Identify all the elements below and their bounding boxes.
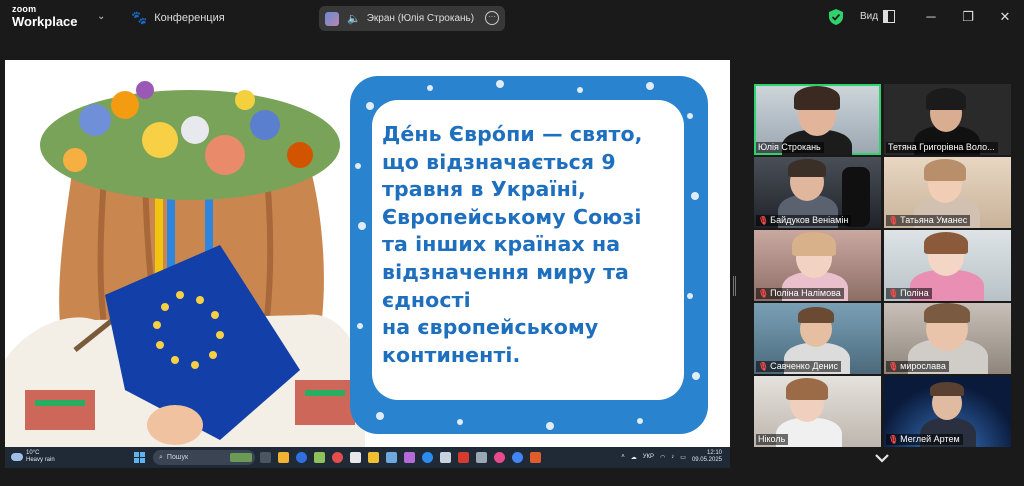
maximize-icon[interactable]: ❐ (957, 6, 979, 28)
meeting-info-button[interactable]: 🐾 Конференция (131, 10, 225, 26)
participant-tile[interactable]: Юлія Строкань (754, 84, 881, 155)
battery-icon: ▭ (680, 454, 686, 461)
participant-name-text: мирослава (900, 361, 946, 371)
participant-name: Тетяна Григорівна Воло... (886, 142, 998, 153)
tray-lang: УКР (642, 454, 655, 460)
participant-name-text: Меглей Артем (900, 434, 960, 444)
weather-widget: 10°C Heavy rain (11, 450, 55, 463)
taskbar-search: ⌕ Пошук (153, 450, 255, 465)
mic-off-icon: 🎙︎ (888, 362, 899, 371)
share-label: Экран (Юлія Строкань) (366, 13, 475, 24)
rain-cloud-icon (11, 452, 23, 461)
slide-text: Де́нь Євро́пи — свято, що відзначається … (382, 122, 643, 367)
mic-off-icon: 🎙︎ (888, 435, 899, 444)
participant-tile[interactable]: 🎙︎ мирослава (884, 303, 1011, 374)
more-icon[interactable]: ··· (485, 11, 499, 25)
app-icon (494, 452, 505, 463)
participant-tile[interactable]: Тетяна Григорівна Воло... (884, 84, 1011, 155)
chevron-down-icon[interactable]: ⌄ (97, 11, 105, 22)
participant-name-text: Поліна (900, 288, 929, 298)
task-view-icon (260, 452, 271, 463)
participant-name: 🎙︎ Байдуков Веніамін (756, 215, 852, 226)
app-icon (476, 452, 487, 463)
participant-tile[interactable]: 🎙︎ Меглей Артем (884, 376, 1011, 447)
participant-name: Юлія Строкань (756, 142, 824, 153)
slide-illustration (5, 81, 365, 447)
slide-text-card: Де́нь Євро́пи — свято, що відзначається … (350, 76, 708, 434)
shield-icon[interactable] (829, 9, 843, 25)
file-explorer-icon (278, 452, 289, 463)
mic-off-icon: 🎙︎ (888, 216, 899, 225)
gallery-view-icon[interactable] (883, 10, 895, 23)
mic-off-icon: 🎙︎ (758, 216, 769, 225)
participant-name: 🎙︎ Поліна Налімова (756, 288, 844, 299)
participant-name: 🎙︎ Меглей Артем (886, 434, 963, 445)
participant-name: 🎙︎ Поліна (886, 288, 932, 299)
windows-start-icon (134, 452, 145, 463)
mic-off-icon: 🎙︎ (758, 362, 769, 371)
app-icon (332, 452, 343, 463)
volume-icon: ♪ (671, 454, 675, 460)
powerpoint-icon (530, 452, 541, 463)
participant-tile[interactable]: 🎙︎ Татьяна Уманес (884, 157, 1011, 228)
mic-off-icon: 🎙︎ (888, 289, 899, 298)
edge-icon (422, 452, 433, 463)
folder-icon (368, 452, 379, 463)
app-icon (386, 452, 397, 463)
zoom-logo[interactable]: zoom Workplace (12, 4, 78, 29)
weather-temp: 10°C (26, 450, 40, 456)
participant-name: 🎙︎ Савченко Денис (756, 361, 841, 372)
title-bar: zoom Workplace ⌄ 🐾 Конференция 🔈 Экран (… (0, 0, 1024, 36)
chrome-icon (512, 452, 523, 463)
participant-name-text: Поліна Налімова (770, 288, 841, 298)
tray-time: 12:10 (706, 450, 722, 456)
system-tray: ˄ ☁ УКР ◠ ♪ ▭ 12:10 09.05.2025 (621, 450, 722, 464)
tray-date: 09.05.2025 (691, 457, 722, 463)
close-icon[interactable]: ✕ (994, 6, 1016, 28)
participant-name: 🎙︎ Татьяна Уманес (886, 215, 971, 226)
screen-share-indicator[interactable]: 🔈 Экран (Юлія Строкань) ··· (319, 6, 505, 31)
tray-clock: 12:10 09.05.2025 (692, 450, 722, 464)
participant-name-text: Тетяна Григорівна Воло... (888, 142, 995, 152)
participant-tile[interactable]: 🎙︎ Поліна Налімова (754, 230, 881, 301)
speaker-icon: 🔈 (347, 13, 361, 25)
participant-tile[interactable]: 🎙︎ Савченко Денис (754, 303, 881, 374)
search-highlight-image (230, 453, 252, 462)
participant-name-text: Татьяна Уманес (900, 215, 968, 225)
shared-screen[interactable]: Де́нь Євро́пи — свято, що відзначається … (5, 60, 730, 468)
mic-off-icon: 🎙︎ (758, 289, 769, 298)
app-icon (440, 452, 451, 463)
participant-name: 🎙︎ мирослава (886, 361, 949, 372)
minimize-icon[interactable]: ─ (920, 6, 942, 28)
wifi-icon: ◠ (660, 454, 666, 461)
participant-tile[interactable]: 🎙︎ Поліна (884, 230, 1011, 301)
brand-bottom: Workplace (12, 14, 78, 29)
taskbar-search-text: Пошук (166, 454, 189, 461)
app-icon (404, 452, 415, 463)
participant-name: Ніколь (756, 434, 789, 445)
participant-tile[interactable]: 🎙︎ Байдуков Веніамін (754, 157, 881, 228)
zoom-app-icon (296, 452, 307, 463)
calendar-icon (350, 452, 361, 463)
participant-name-text: Юлія Строкань (758, 142, 821, 152)
weather-desc: Heavy rain (26, 456, 55, 463)
meeting-label: Конференция (154, 12, 225, 24)
view-button[interactable]: Вид (860, 11, 878, 22)
participant-tile[interactable]: Ніколь (754, 376, 881, 447)
participant-name-text: Ніколь (758, 434, 786, 444)
taskbar-apps (260, 452, 541, 463)
cloud-icon: ☁ (630, 454, 637, 461)
tray-chevron-icon: ˄ (621, 454, 625, 460)
chevron-down-icon[interactable] (874, 451, 890, 465)
search-icon: ⌕ (159, 453, 163, 461)
panel-resize-handle[interactable] (733, 276, 736, 296)
sharer-avatar (325, 11, 339, 26)
participant-name-text: Байдуков Веніамін (770, 215, 849, 225)
paw-icon: 🐾 (131, 10, 148, 25)
app-icon (314, 452, 325, 463)
pdf-icon (458, 452, 469, 463)
participant-name-text: Савченко Денис (770, 361, 838, 371)
shared-taskbar: 10°C Heavy rain ⌕ Пошук ˄ ☁ УКР ◠ ♪ ▭ 12… (5, 447, 730, 468)
